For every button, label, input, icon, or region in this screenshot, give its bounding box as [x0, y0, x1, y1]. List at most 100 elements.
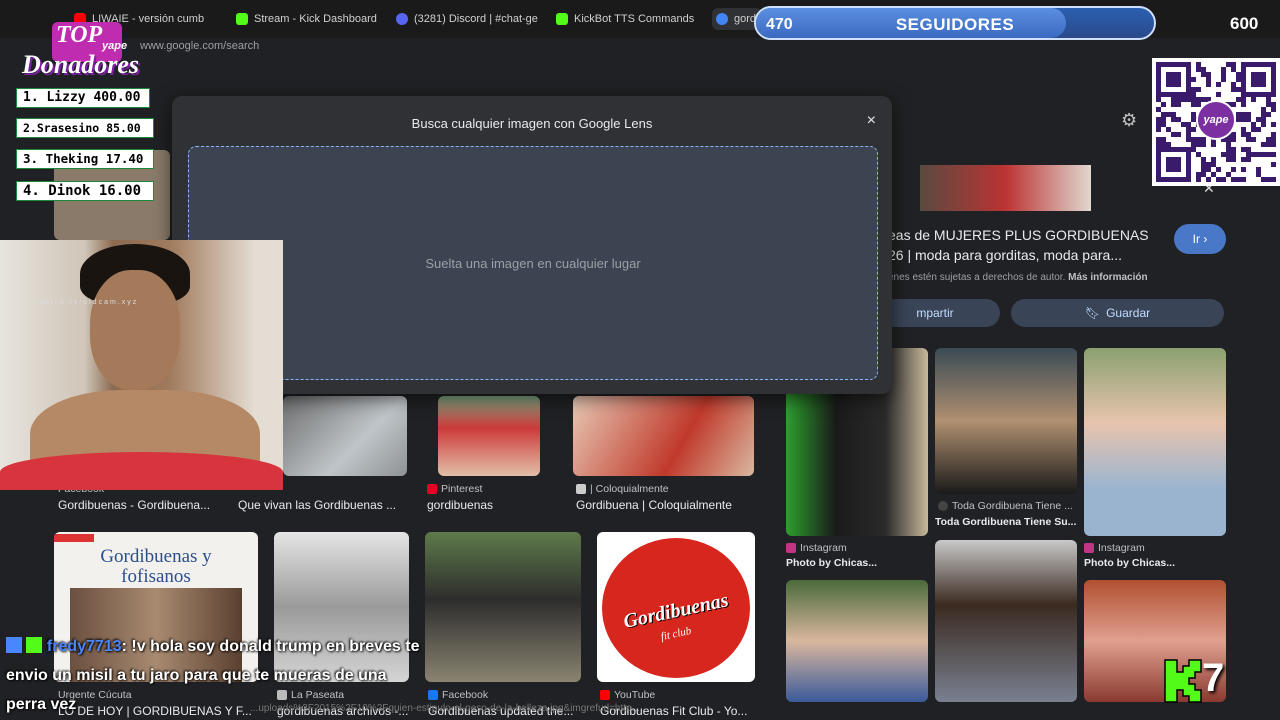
qr-module	[1271, 142, 1276, 147]
qr-module	[1171, 112, 1176, 117]
qr-module	[1171, 132, 1176, 137]
qr-module	[1196, 152, 1201, 157]
qr-module	[1196, 137, 1201, 142]
result-image[interactable]: Gordibuenas fit club	[597, 532, 755, 682]
related-title[interactable]: Photo by Chicas...	[786, 557, 928, 569]
qr-module	[1161, 122, 1166, 127]
qr-module	[1261, 117, 1266, 122]
qr-module	[1261, 107, 1266, 112]
copyright-note: enes estén sujetas a derechos de autor. …	[888, 272, 1148, 283]
more-info-link[interactable]: Más información	[1068, 272, 1147, 283]
qr-module	[1196, 67, 1201, 72]
qr-module	[1181, 122, 1186, 127]
qr-module	[1241, 132, 1246, 137]
qr-module	[1226, 147, 1231, 152]
qr-module	[1271, 162, 1276, 167]
preview-image[interactable]	[920, 165, 1091, 211]
related-source: Instagram	[1084, 542, 1145, 554]
qr-module	[1226, 172, 1231, 177]
result-image[interactable]	[283, 396, 407, 476]
result-title[interactable]: Gordibuenas - Gordibuena...	[58, 498, 223, 512]
qr-module	[1231, 147, 1236, 152]
settings-gear-icon[interactable]: ⚙	[1121, 110, 1137, 131]
preview-title-line1[interactable]: eas de MUJERES PLUS GORDIBUENAS	[888, 227, 1149, 243]
related-source: Instagram	[786, 542, 847, 554]
site-icon	[576, 484, 586, 494]
result-image[interactable]	[573, 396, 754, 476]
qr-module	[1166, 142, 1171, 147]
result-title[interactable]: Que vivan las Gordibuenas ...	[238, 498, 408, 512]
qr-module	[1201, 137, 1206, 142]
donor-row-4: 4. Dinok 16.00	[16, 181, 154, 201]
qr-module	[1256, 117, 1261, 122]
tab-kick-dashboard[interactable]: Stream - Kick Dashboard	[236, 8, 386, 30]
drop-zone-text: Suelta una imagen en cualquier lugar	[425, 255, 641, 271]
qr-module	[1201, 157, 1206, 162]
qr-module	[1196, 177, 1201, 182]
qr-module	[1206, 77, 1211, 82]
result-image[interactable]	[438, 396, 540, 476]
qr-module	[1236, 112, 1241, 117]
qr-module	[1271, 177, 1276, 182]
result-source: Pinterest	[427, 483, 482, 495]
qr-module	[1271, 107, 1276, 112]
related-image[interactable]	[1084, 348, 1226, 536]
qr-module	[1206, 167, 1211, 172]
qr-module	[1271, 102, 1276, 107]
qr-module	[1256, 152, 1261, 157]
top-donors-title: TOP yape Donadores	[22, 22, 158, 80]
image-drop-zone[interactable]: Suelta una imagen en cualquier lugar	[188, 146, 878, 380]
related-title[interactable]: Toda Gordibuena Tiene Su...	[935, 516, 1077, 528]
chat-user-icon	[6, 637, 22, 653]
webcam-watermark: twitch.tv/oldcam.xyz	[36, 299, 139, 306]
qr-module	[1271, 137, 1276, 142]
qr-module	[1236, 72, 1241, 77]
qr-module	[1216, 167, 1221, 172]
watermelon	[0, 452, 283, 490]
image-caption: Gordibuenas y	[100, 546, 212, 567]
close-icon[interactable]: ×	[867, 112, 876, 130]
qr-module	[1161, 137, 1166, 142]
save-button[interactable]: 🔖︎ Guardar	[1011, 299, 1224, 327]
result-title[interactable]: Gordibuena | Coloquialmente	[576, 498, 756, 512]
tab-kickbot[interactable]: KickBot TTS Commands	[556, 8, 706, 30]
qr-module	[1196, 87, 1201, 92]
related-title[interactable]: Photo by Chicas...	[1084, 557, 1226, 569]
qr-module	[1231, 82, 1236, 87]
pinterest-icon	[427, 484, 437, 494]
related-image[interactable]	[786, 580, 928, 702]
qr-module	[1201, 172, 1206, 177]
qr-module	[1266, 102, 1271, 107]
qr-module	[1236, 117, 1241, 122]
visit-button[interactable]: Ir ›	[1174, 224, 1226, 254]
qr-module	[1221, 67, 1226, 72]
result-source: | Coloquialmente	[576, 483, 669, 495]
tab-discord[interactable]: (3281) Discord | #chat-ge	[396, 8, 544, 30]
related-image[interactable]	[935, 348, 1077, 494]
result-image[interactable]	[425, 532, 581, 682]
qr-module	[1206, 72, 1211, 77]
qr-module	[1156, 127, 1161, 132]
qr-module	[1231, 177, 1236, 182]
qr-module	[1181, 97, 1186, 102]
qr-module	[1171, 102, 1176, 107]
qr-module	[1216, 92, 1221, 97]
qr-module	[1191, 142, 1196, 147]
qr-module	[1201, 97, 1206, 102]
result-title[interactable]: gordibuenas	[427, 498, 557, 512]
status-bar-url: ...uploads%2F2015%2F10%2Fquien-estipulo-…	[250, 703, 640, 714]
qr-module	[1201, 167, 1206, 172]
qr-finder	[1166, 72, 1181, 87]
qr-module	[1226, 157, 1231, 162]
related-image[interactable]	[935, 540, 1077, 702]
followers-goal-bar: 470 SEGUIDORES	[754, 6, 1156, 40]
qr-module	[1241, 167, 1246, 172]
qr-finder	[1166, 157, 1181, 172]
donor-row-3: 3. Theking 17.40	[16, 149, 154, 169]
qr-module	[1201, 162, 1206, 167]
preview-title-line2[interactable]: 26 | moda para gorditas, moda para...	[888, 247, 1122, 263]
qr-module	[1186, 132, 1191, 137]
qr-module	[1166, 112, 1171, 117]
qr-module	[1196, 62, 1201, 67]
qr-module	[1191, 92, 1196, 97]
